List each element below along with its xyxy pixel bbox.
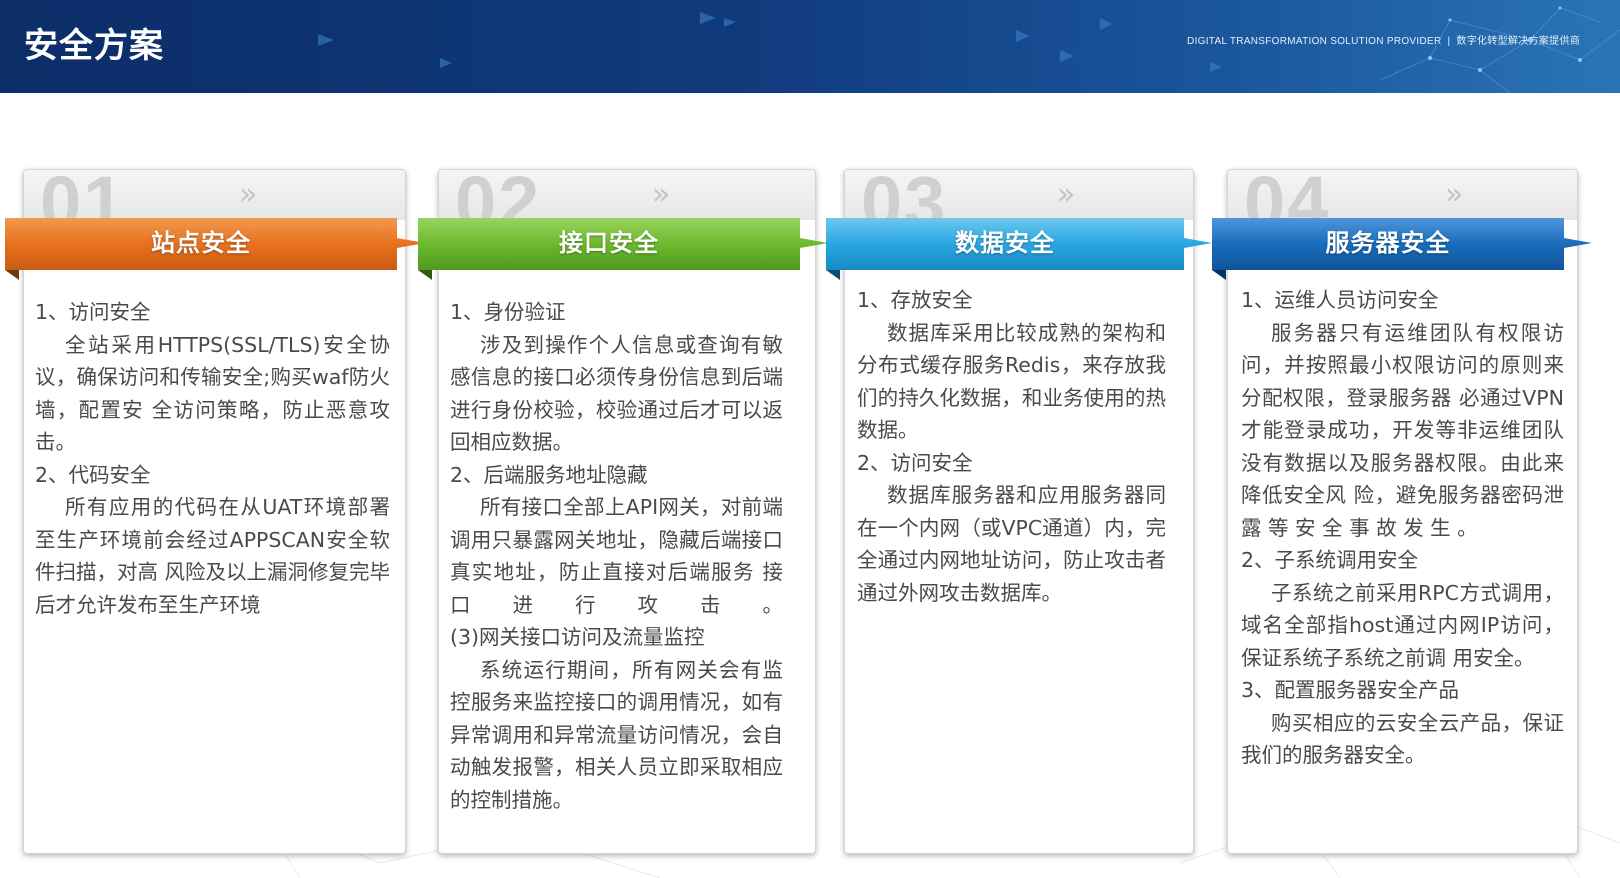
- card-body: 1、访问安全 全站采用HTTPS(SSL/TLS)安全协议，确保访问和传输安全;…: [35, 296, 390, 621]
- card-body: 1、运维人员访问安全 服务器只有运维团队有权限访问，并按照最小权限访问的原则来分…: [1241, 284, 1564, 772]
- tagline-separator: |: [1447, 36, 1451, 47]
- card-top-strip: 02 »: [439, 170, 815, 220]
- item-text: 全站采用HTTPS(SSL/TLS)安全协议，确保访问和传输安全;购买waf防火…: [35, 332, 390, 455]
- card-number: 02: [455, 170, 542, 220]
- card-title: 服务器安全: [1325, 229, 1451, 257]
- item-heading: (3)网关接口访问及流量监控: [450, 625, 705, 649]
- item-text: 数据库采用比较成熟的架构和分布式缓存服务Redis，来存放我们的持久化数据，和业…: [857, 320, 1166, 443]
- page-title: 安全方案: [24, 26, 164, 66]
- double-chevron-icon: »: [1445, 177, 1464, 212]
- item-heading: 1、访问安全: [35, 300, 151, 324]
- item-heading: 2、访问安全: [857, 450, 973, 475]
- double-chevron-icon: »: [652, 177, 671, 212]
- card-title: 接口安全: [559, 229, 659, 257]
- header-banner: 安全方案 DIGITAL TRANSFORMATION SOLUTION PRO…: [0, 0, 1620, 93]
- item-text: 系统运行期间，所有网关会有监控服务来监控接口的调用情况，如有异常调用和异常流量访…: [450, 657, 783, 812]
- tagline-english: DIGITAL TRANSFORMATION SOLUTION PROVIDER: [1187, 36, 1442, 47]
- header-tagline: DIGITAL TRANSFORMATION SOLUTION PROVIDER…: [1187, 32, 1580, 47]
- card-title: 站点安全: [151, 229, 251, 257]
- ribbon-server-security: 服务器安全: [1212, 218, 1592, 280]
- card-body: 1、存放安全 数据库采用比较成熟的架构和分布式缓存服务Redis，来存放我们的持…: [857, 284, 1166, 609]
- item-heading: 2、代码安全: [35, 462, 151, 487]
- card-body: 1、身份验证 涉及到操作个人信息或查询有敏感信息的接口必须传身份信息到后端进行身…: [450, 296, 783, 816]
- item-heading: 2、后端服务地址隐藏: [450, 462, 648, 487]
- double-chevron-icon: »: [239, 177, 258, 212]
- ribbon-site-security: 站点安全: [5, 218, 425, 280]
- card-top-strip: 04 »: [1228, 170, 1577, 220]
- card-number: 04: [1244, 170, 1331, 220]
- item-text: 数据库服务器和应用服务器同在一个内网（或VPC通道）内，完全通过内网地址访问，防…: [857, 483, 1166, 605]
- item-text: 购买相应的云安全云产品，保证我们的服务器安全。: [1241, 710, 1564, 768]
- tagline-chinese: 数字化转型解决方案提供商: [1456, 36, 1580, 47]
- item-text: 所有应用的代码在从UAT环境部署至生产环境前会经过APPSCAN安全软件扫描，对…: [35, 495, 391, 617]
- item-text: 所有接口全部上API网关，对前端调用只暴露网关地址，隐藏后端接口真实地址，防止直…: [450, 495, 783, 617]
- card-top-strip: 01 »: [24, 170, 405, 220]
- card-top-strip: 03 »: [845, 170, 1193, 220]
- card-title: 数据安全: [955, 229, 1055, 257]
- card-number: 03: [861, 170, 948, 220]
- item-heading: 3、配置服务器安全产品: [1241, 678, 1460, 702]
- item-text: 子系统之前采用RPC方式调用，域名全部指host通过内网IP访问，保证系统子系统…: [1241, 580, 1564, 670]
- item-text: 涉及到操作个人信息或查询有敏感信息的接口必须传身份信息到后端进行身份校验，校验通…: [450, 332, 783, 455]
- double-chevron-icon: »: [1057, 177, 1076, 212]
- item-heading: 1、身份验证: [450, 300, 566, 324]
- item-heading: 1、运维人员访问安全: [1241, 288, 1439, 312]
- card-number: 01: [40, 170, 127, 220]
- item-heading: 2、子系统调用安全: [1241, 548, 1419, 572]
- ribbon-interface-security: 接口安全: [418, 218, 828, 280]
- item-text: 服务器只有运维团队有权限访问，并按照最小权限访问的原则来分配权限，登录服务器 必…: [1241, 320, 1564, 540]
- ribbon-data-security: 数据安全: [826, 218, 1212, 280]
- item-heading: 1、存放安全: [857, 288, 973, 312]
